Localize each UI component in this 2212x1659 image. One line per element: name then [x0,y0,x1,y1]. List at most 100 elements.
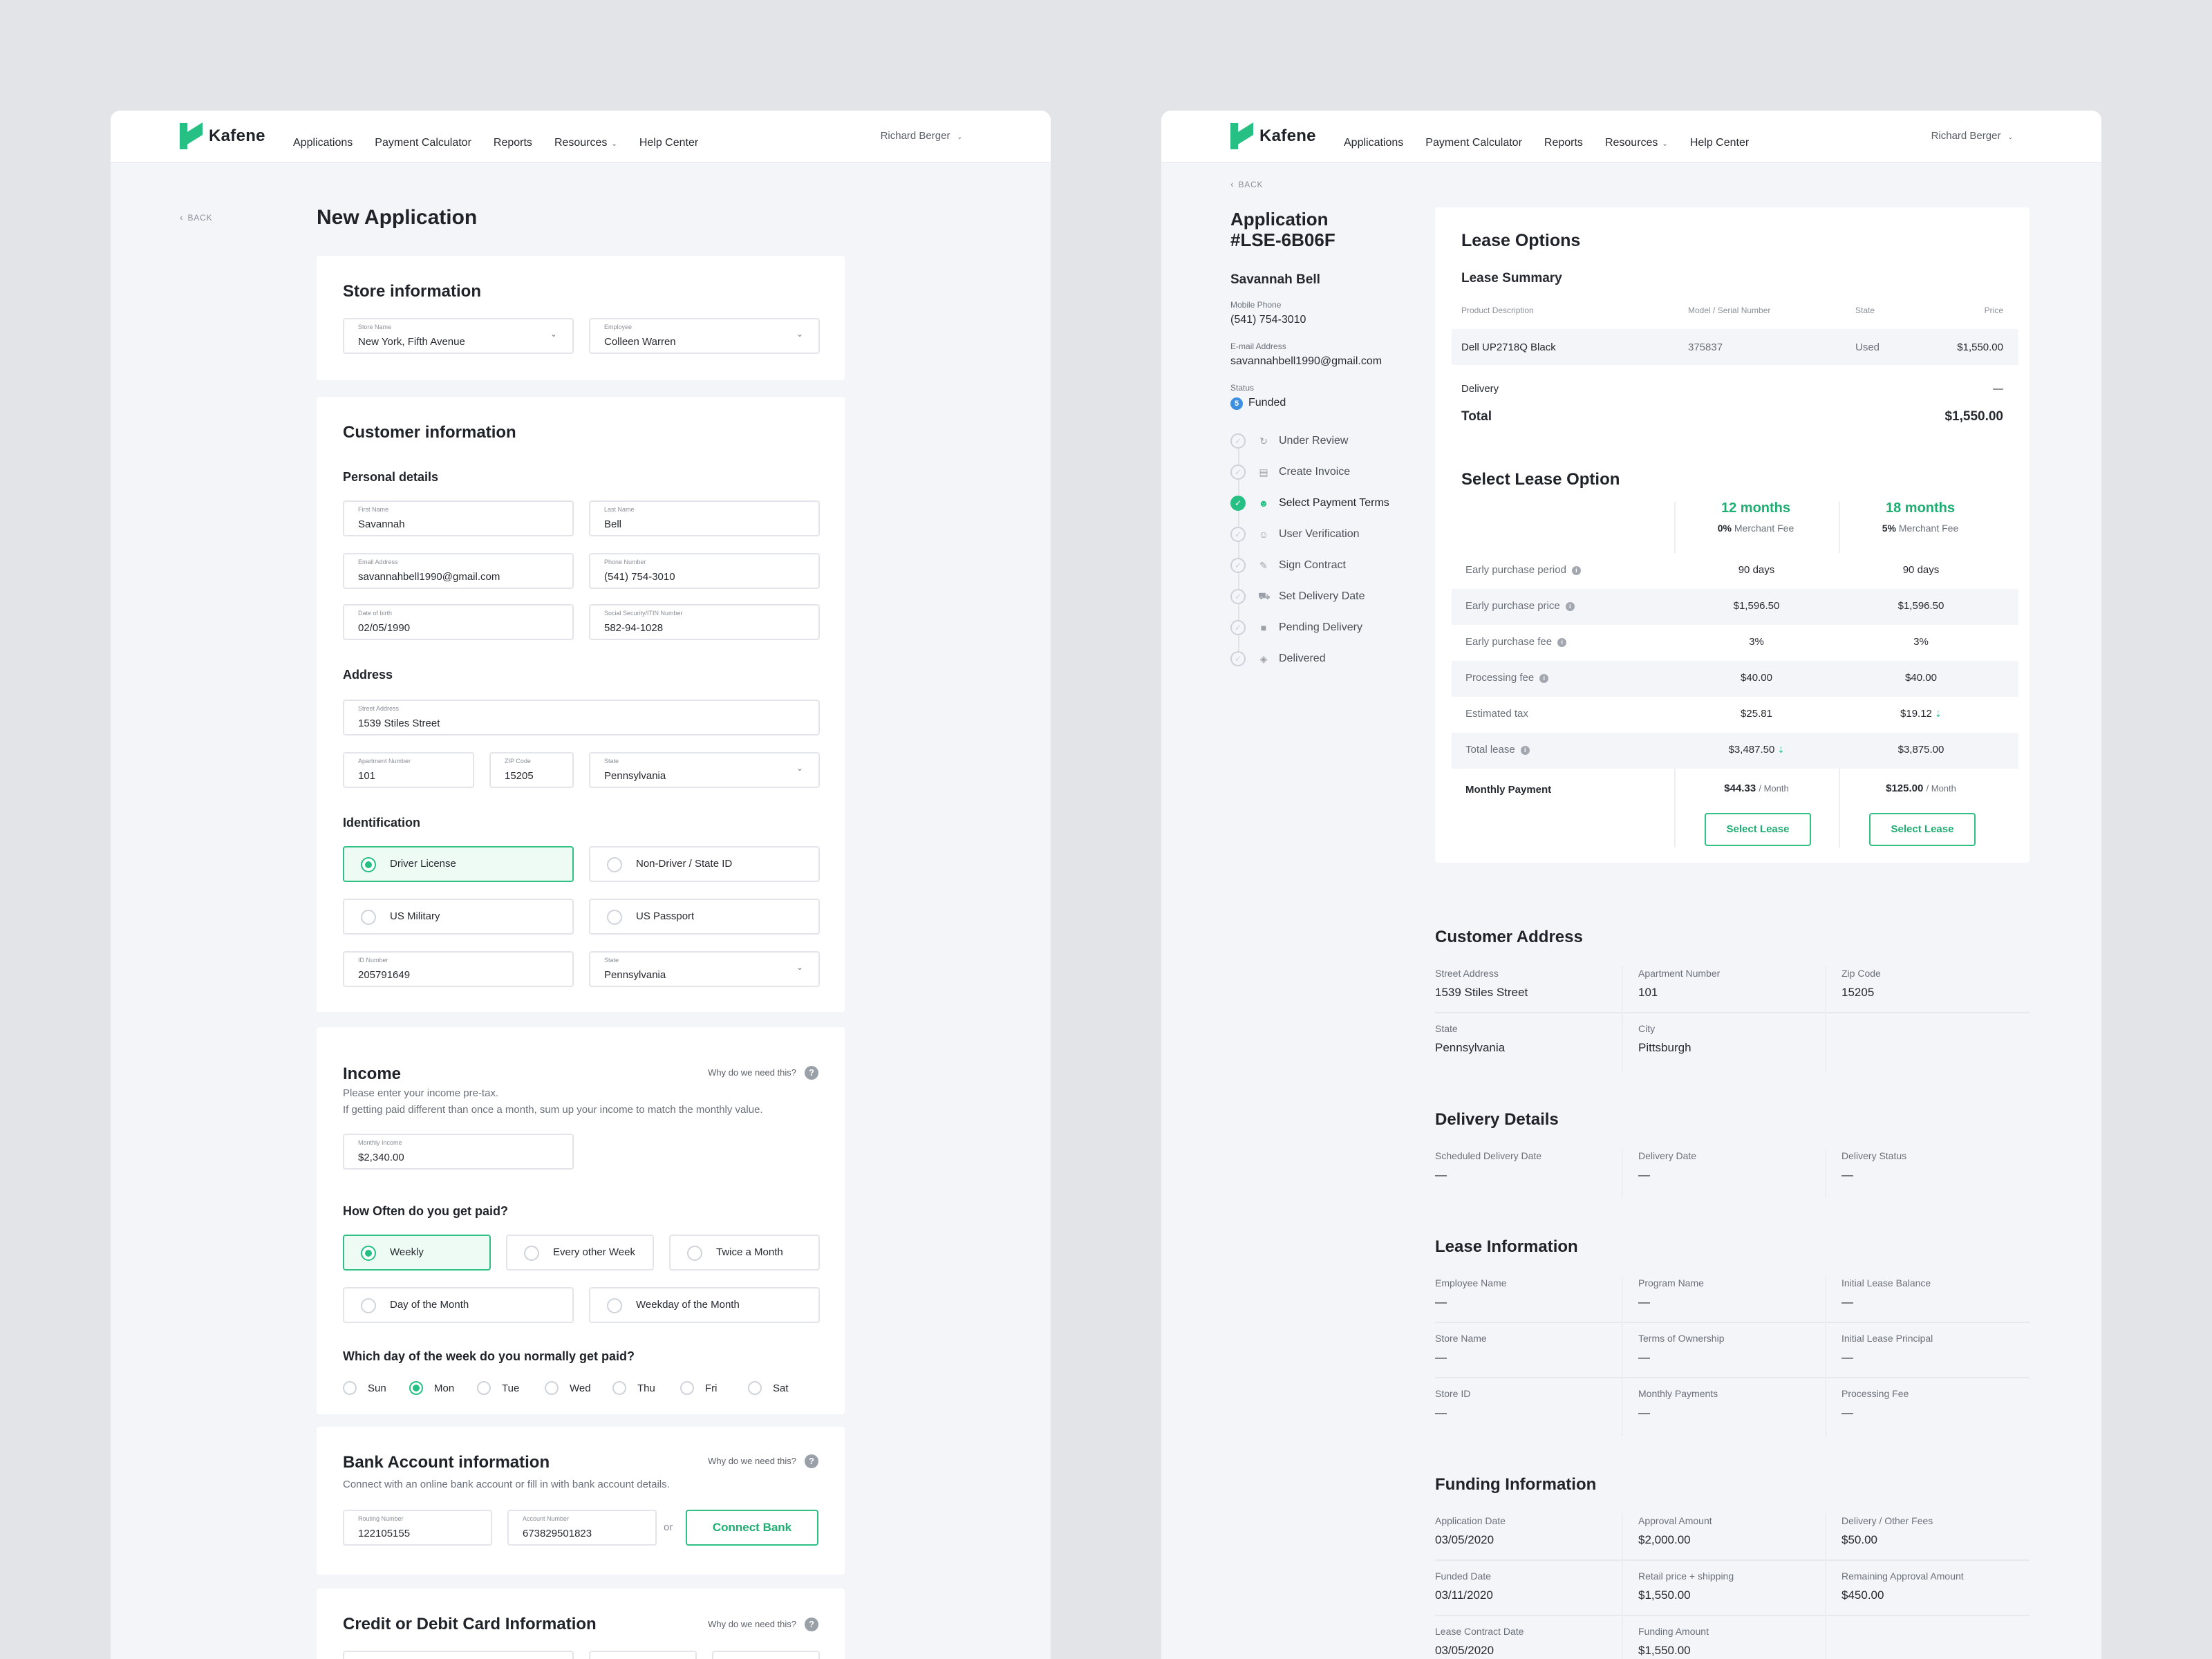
nav-help-center[interactable]: Help Center [1690,137,1749,149]
nav-help-center[interactable]: Help Center [639,137,698,149]
nav-resources[interactable]: Resources ⌄ [1605,137,1668,149]
field-value: Colleen Warren [604,336,676,348]
option-label: Twice a Month [716,1246,783,1258]
radio-icon [477,1381,491,1395]
street-address-field[interactable]: Street Address 1539 Stiles Street [343,700,820,735]
day-label: Tue [502,1382,520,1394]
day-option-sun[interactable]: Sun [343,1381,386,1395]
row-label: Early purchase period i [1465,564,1581,576]
monthly-payment-label: Monthly Payment [1465,784,1552,796]
apartment-field[interactable]: Apartment Number 101 [343,752,474,788]
step-under-review[interactable]: ✓ ↻ Under Review [1230,433,1348,449]
card-cvc-field[interactable] [712,1651,820,1659]
card-expiry-field[interactable] [589,1651,697,1659]
cell-label: Funded Date [1435,1571,1491,1582]
id-option-us-military[interactable]: US Military [343,899,574,935]
freq-option-every-other-week[interactable]: Every other Week [506,1235,654,1271]
step-sign-contract[interactable]: ✓ ✎ Sign Contract [1230,557,1346,574]
step-delivered[interactable]: ✓ ◈ Delivered [1230,650,1326,667]
step-set-delivery-date[interactable]: ✓ ⛟ Set Delivery Date [1230,588,1365,605]
option-label: US Military [390,910,440,922]
cell-value: — [1841,1351,1853,1364]
brand-name: Kafene [1259,126,1316,145]
day-option-mon[interactable]: Mon [409,1381,454,1395]
info-icon[interactable]: i [1557,638,1567,647]
nav-applications[interactable]: Applications [1344,137,1403,149]
day-option-sat[interactable]: Sat [748,1381,789,1395]
id-number-field[interactable]: ID Number 205791649 [343,951,574,987]
kafene-logo[interactable]: Kafene [1230,123,1316,149]
info-icon[interactable]: i [1520,746,1530,755]
delivery-date: Delivery Date — [1638,1147,1841,1201]
freq-option-day-of-month[interactable]: Day of the Month [343,1287,574,1323]
monthly-income-field[interactable]: Monthly Income $2,340.00 [343,1134,574,1170]
id-state-select[interactable]: State Pennsylvania ⌄ [589,951,820,987]
lease-monthly-payments: Monthly Payments — [1638,1385,1841,1439]
why-need-this-link[interactable]: Why do we need this?? [708,1618,818,1631]
select-lease-18-button[interactable]: Select Lease [1869,813,1976,846]
email-field[interactable]: Email Address savannahbell1990@gmail.com [343,553,574,589]
first-name-field[interactable]: First Name Savannah [343,500,574,536]
card-number-field[interactable] [343,1651,574,1659]
cell-label: Initial Lease Balance [1841,1277,1931,1288]
page-title: New Application [317,206,478,229]
nav-payment-calculator[interactable]: Payment Calculator [1425,137,1522,149]
nav-reports[interactable]: Reports [494,137,532,149]
column-divider [1622,1514,1623,1659]
back-link[interactable]: ‹ BACK [180,212,212,223]
info-icon[interactable]: i [1565,602,1575,611]
back-link[interactable]: ‹ BACK [1230,178,1263,189]
account-number-field[interactable]: Account Number 673829501823 [507,1510,657,1546]
zip-field[interactable]: ZIP Code 15205 [489,752,574,788]
id-option-driver-license[interactable]: Driver License [343,846,574,882]
freq-option-twice-a-month[interactable]: Twice a Month [669,1235,820,1271]
lease-store-name: Store Name — [1435,1330,1638,1384]
cell-value: 03/05/2020 [1435,1533,1494,1546]
connect-bank-button[interactable]: Connect Bank [686,1510,818,1546]
id-option-state-id[interactable]: Non-Driver / State ID [589,846,820,882]
ssn-field[interactable]: Social Security/ITIN Number 582-94-1028 [589,604,820,640]
store-name-select[interactable]: Store Name New York, Fifth Avenue ⌄ [343,318,574,354]
freq-option-weekday-of-month[interactable]: Weekday of the Month [589,1287,820,1323]
day-option-fri[interactable]: Fri [680,1381,718,1395]
day-option-tue[interactable]: Tue [477,1381,519,1395]
step-label: Set Delivery Date [1279,590,1365,602]
cell-label: Apartment Number [1638,968,1721,979]
step-select-payment-terms[interactable]: ✓ ☻ Select Payment Terms [1230,495,1389,512]
user-menu[interactable]: Richard Berger ⌄ [1931,130,2013,142]
identification-heading: Identification [343,816,420,830]
nav-reports[interactable]: Reports [1544,137,1583,149]
freq-option-weekly[interactable]: Weekly [343,1235,491,1271]
user-menu[interactable]: Richard Berger ⌄ [881,130,962,142]
nav-resources[interactable]: Resources ⌄ [554,137,617,149]
radio-icon [612,1381,626,1395]
delivery-status: Delivery Status — [1841,1147,2045,1201]
routing-number-field[interactable]: Routing Number 122105155 [343,1510,492,1546]
last-name-field[interactable]: Last Name Bell [589,500,820,536]
why-need-this-link[interactable]: Why do we need this?? [708,1454,818,1468]
step-create-invoice[interactable]: ✓ ▤ Create Invoice [1230,464,1350,480]
step-pending-delivery[interactable]: ✓ ■ Pending Delivery [1230,619,1362,636]
cell-value: 1539 Stiles Street [1435,986,1528,999]
cell-label: Processing Fee [1841,1388,1909,1399]
nav-applications[interactable]: Applications [293,137,353,149]
column-divider [1622,1276,1623,1436]
info-icon[interactable]: i [1539,674,1549,683]
select-lease-12-button[interactable]: Select Lease [1705,813,1811,846]
employee-select[interactable]: Employee Colleen Warren ⌄ [589,318,820,354]
why-need-this-link[interactable]: Why do we need this?? [708,1066,818,1080]
day-option-thu[interactable]: Thu [612,1381,655,1395]
total-value: $1,550.00 [1944,409,2003,424]
truck-icon: ■ [1260,622,1267,633]
state-select[interactable]: State Pennsylvania ⌄ [589,752,820,788]
day-option-wed[interactable]: Wed [545,1381,591,1395]
id-option-us-passport[interactable]: US Passport [589,899,820,935]
nav-payment-calculator[interactable]: Payment Calculator [375,137,471,149]
total-label: Total [1461,409,1492,424]
dob-field[interactable]: Date of birth 02/05/1990 [343,604,574,640]
address-heading: Address [343,668,393,682]
info-icon[interactable]: i [1571,566,1581,575]
phone-field[interactable]: Phone Number (541) 754-3010 [589,553,820,589]
kafene-logo[interactable]: Kafene [180,123,265,149]
step-user-verification[interactable]: ✓ ☺ User Verification [1230,526,1360,543]
